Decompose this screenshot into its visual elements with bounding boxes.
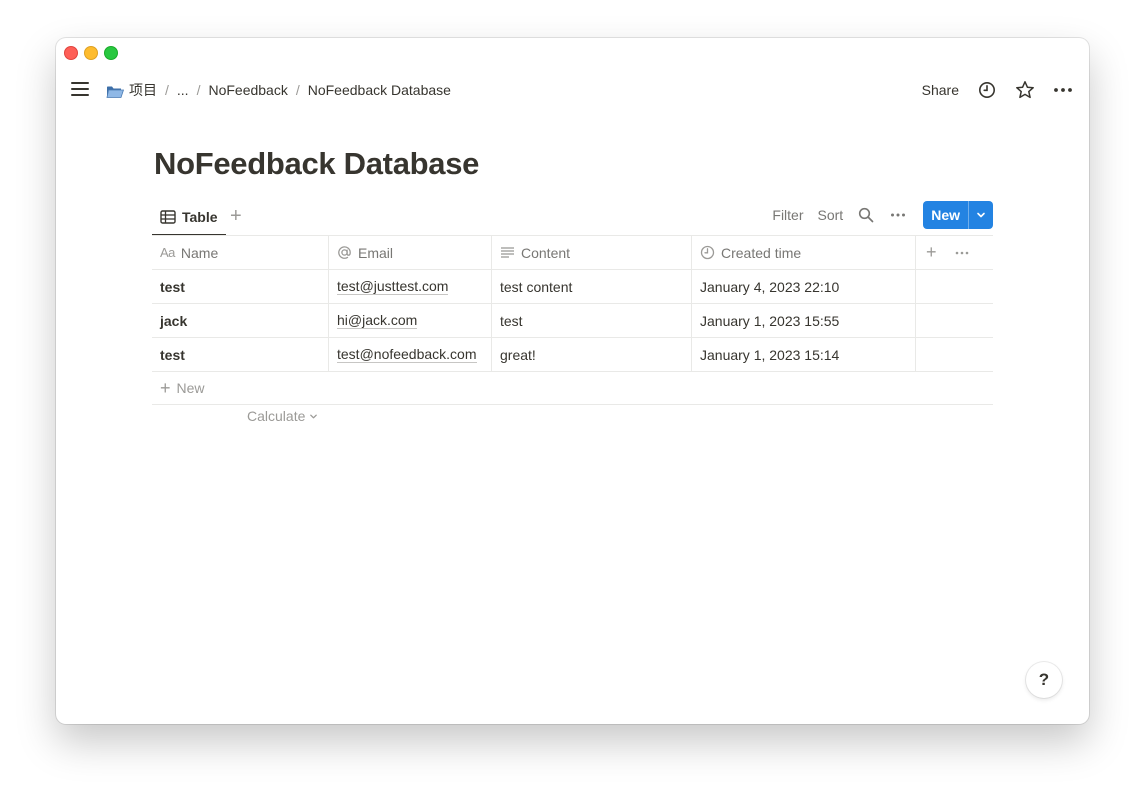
title-bar <box>56 38 1089 66</box>
breadcrumb-separator: / <box>165 82 169 98</box>
database-view-bar: Table + Filter Sort New <box>152 200 993 236</box>
sidebar-toggle-button[interactable] <box>71 82 89 96</box>
more-horizontal-icon <box>1054 88 1072 92</box>
cell-name[interactable]: test <box>152 338 329 371</box>
cell-email[interactable]: hi@jack.com <box>329 304 492 337</box>
menu-icon <box>71 82 89 84</box>
breadcrumb-separator: / <box>196 82 201 98</box>
app-window: 项目 / ... / NoFeedback / NoFeedback Datab… <box>56 38 1089 724</box>
column-header-label: Created time <box>721 244 802 261</box>
cell-empty <box>916 304 993 337</box>
column-header-created-time[interactable]: Created time <box>692 236 916 269</box>
clock-icon <box>979 82 995 98</box>
column-header-actions: + <box>916 236 993 269</box>
cell-empty <box>916 270 993 303</box>
table-row[interactable]: test test@justtest.com test content Janu… <box>152 270 993 304</box>
breadcrumb-parent[interactable]: NoFeedback <box>208 82 287 98</box>
sort-button[interactable]: Sort <box>818 207 844 223</box>
column-header-email[interactable]: Email <box>329 236 492 269</box>
view-actions: Filter Sort New <box>758 201 993 229</box>
help-button[interactable]: ? <box>1026 662 1062 698</box>
updates-button[interactable] <box>977 80 997 100</box>
cell-created-time[interactable]: January 1, 2023 15:55 <box>692 304 916 337</box>
chevron-down-icon <box>977 212 985 218</box>
cell-email[interactable]: test@justtest.com <box>329 270 492 303</box>
page-title[interactable]: NoFeedback Database <box>154 146 479 182</box>
favorite-button[interactable] <box>1015 80 1035 100</box>
cell-empty <box>916 338 993 371</box>
folder-icon <box>106 86 124 98</box>
chevron-down-icon <box>310 414 318 418</box>
at-icon <box>338 246 351 259</box>
column-header-content[interactable]: Content <box>492 236 692 269</box>
cell-content[interactable]: great! <box>492 338 692 371</box>
search-icon <box>859 207 874 223</box>
share-button[interactable]: Share <box>922 82 959 98</box>
title-icon: Aa <box>160 245 175 260</box>
topbar-actions: Share <box>922 78 1073 102</box>
maximize-window-button[interactable] <box>104 46 118 60</box>
breadcrumb-ellipsis[interactable]: ... <box>177 82 189 98</box>
cell-email[interactable]: test@nofeedback.com <box>329 338 492 371</box>
filter-button[interactable]: Filter <box>772 207 803 223</box>
text-lines-icon <box>501 247 514 258</box>
star-icon <box>1016 81 1034 99</box>
email-link[interactable]: test@justtest.com <box>337 278 449 295</box>
add-property-button[interactable]: + <box>926 242 937 263</box>
column-header-name[interactable]: Aa Name <box>152 236 329 269</box>
new-record-button[interactable]: New <box>923 201 993 229</box>
cell-name[interactable]: jack <box>152 304 329 337</box>
minimize-window-button[interactable] <box>84 46 98 60</box>
email-link[interactable]: test@nofeedback.com <box>337 346 477 363</box>
new-template-dropdown[interactable] <box>968 201 993 229</box>
plus-icon: + <box>160 378 171 398</box>
cell-content[interactable]: test content <box>492 270 692 303</box>
column-header-label: Name <box>180 244 219 261</box>
add-view-button[interactable]: + <box>230 206 248 227</box>
database-table: Aa Name Email Content Created time + tes… <box>152 235 993 405</box>
cell-name[interactable]: test <box>152 270 329 303</box>
close-window-button[interactable] <box>64 46 78 60</box>
search-button[interactable] <box>857 206 875 224</box>
column-header-label: Content <box>521 244 571 261</box>
cell-created-time[interactable]: January 1, 2023 15:14 <box>692 338 916 371</box>
cell-content[interactable]: test <box>492 304 692 337</box>
cell-created-time[interactable]: January 4, 2023 22:10 <box>692 270 916 303</box>
more-horizontal-icon <box>891 213 906 217</box>
new-record-label: New <box>931 207 960 223</box>
breadcrumb-workspace[interactable]: 项目 <box>106 80 157 100</box>
table-icon <box>160 210 176 224</box>
calculate-button[interactable]: Calculate <box>247 408 318 424</box>
calculate-label: Calculate <box>247 408 306 424</box>
breadcrumb-workspace-label: 项目 <box>129 82 157 98</box>
table-row[interactable]: test test@nofeedback.com great! January … <box>152 338 993 372</box>
property-more-button[interactable] <box>955 246 975 260</box>
breadcrumb-separator: / <box>295 82 300 98</box>
top-bar: 项目 / ... / NoFeedback / NoFeedback Datab… <box>56 74 1089 104</box>
table-row[interactable]: jack hi@jack.com test January 1, 2023 15… <box>152 304 993 338</box>
table-header-row: Aa Name Email Content Created time + <box>152 236 993 270</box>
add-row-button[interactable]: + New <box>152 372 993 405</box>
more-button[interactable] <box>1053 80 1073 100</box>
clock-icon <box>700 245 715 260</box>
email-link[interactable]: hi@jack.com <box>337 312 418 329</box>
more-horizontal-icon <box>955 251 968 254</box>
tab-table-view[interactable]: Table <box>152 200 226 236</box>
column-header-label: Email <box>358 244 394 261</box>
breadcrumb-current[interactable]: NoFeedback Database <box>308 82 451 98</box>
tab-table-label: Table <box>182 209 218 225</box>
view-more-button[interactable] <box>889 206 907 224</box>
add-row-label: New <box>176 380 205 396</box>
breadcrumb: 项目 / ... / NoFeedback / NoFeedback Datab… <box>106 80 451 100</box>
